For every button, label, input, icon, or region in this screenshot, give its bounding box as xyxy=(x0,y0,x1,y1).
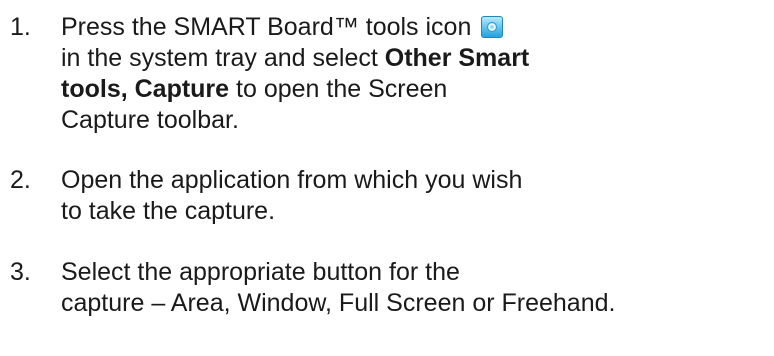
step-number: 3. xyxy=(10,258,31,286)
menu-path-bold: Other Smart xyxy=(384,44,530,72)
step-text: Select the appropriate button for the ca… xyxy=(61,257,773,319)
step-line: capture – Area, Window, Full Screen or F… xyxy=(61,289,616,317)
smart-board-tools-icon xyxy=(481,16,504,38)
step-line: Press the SMART Board™ tools icon xyxy=(61,12,773,43)
step-number: 1. xyxy=(10,13,31,41)
step-line: tools, Capture to open the Screen xyxy=(61,74,773,105)
step-text: Open the application from which you wish… xyxy=(61,165,773,227)
step-line-text: Press the SMART Board™ tools icon xyxy=(61,13,472,41)
step-line: Capture toolbar. xyxy=(61,106,239,134)
step-text: Press the SMART Board™ tools icon in the… xyxy=(61,12,773,136)
step-number: 2. xyxy=(10,166,31,194)
step-line: Open the application from which you wish xyxy=(61,166,523,194)
step-line: in the system tray and select Other Smar… xyxy=(61,43,773,74)
menu-path-bold: tools, Capture xyxy=(61,75,230,103)
step-line: Select the appropriate button for the xyxy=(61,258,460,286)
step-line: to take the capture. xyxy=(61,197,276,225)
step-line-text: to open the Screen xyxy=(229,75,448,103)
step-line-text: in the system tray and select xyxy=(61,44,385,72)
